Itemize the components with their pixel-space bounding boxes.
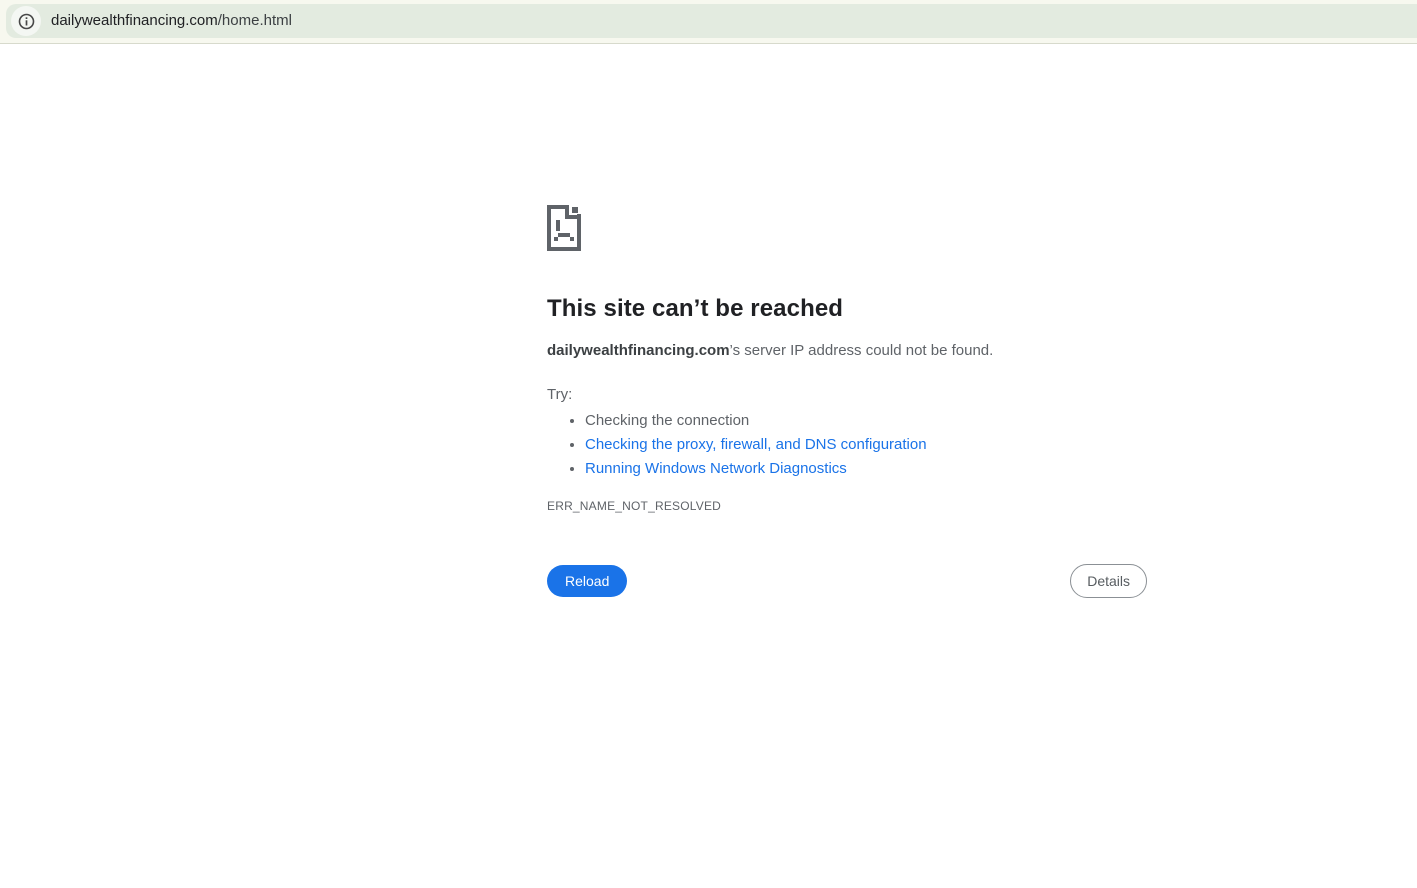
url-text: dailywealthfinancing.com/home.html — [51, 4, 292, 38]
suggestion-text: Checking the connection — [585, 412, 750, 429]
page-title: This site can’t be reached — [547, 295, 844, 322]
details-button[interactable]: Details — [1070, 564, 1147, 598]
sad-file-icon — [547, 205, 1147, 251]
site-info-button[interactable] — [11, 6, 41, 36]
suggestion-link-proxy-dns[interactable]: Checking the proxy, firewall, and DNS co… — [585, 436, 927, 453]
list-item: Checking the proxy, firewall, and DNS co… — [585, 433, 1147, 457]
url-domain: dailywealthfinancing.com — [51, 12, 218, 29]
list-item: Checking the connection — [585, 409, 1147, 433]
info-icon — [18, 13, 35, 30]
browser-toolbar: dailywealthfinancing.com/home.html — [0, 0, 1417, 44]
address-bar[interactable]: dailywealthfinancing.com/home.html — [6, 4, 1417, 38]
reload-button[interactable]: Reload — [547, 565, 628, 597]
error-subtitle-domain: dailywealthfinancing.com — [547, 342, 730, 359]
list-item: Running Windows Network Diagnostics — [585, 457, 1147, 481]
error-subtitle-rest: ’s server IP address could not be found. — [729, 342, 994, 359]
error-page-content: This site can’t be reached dailywealthfi… — [547, 205, 1147, 598]
try-label: Try: — [547, 386, 573, 403]
url-path: /home.html — [217, 12, 292, 29]
error-subtitle: dailywealthfinancing.com’s server IP add… — [547, 341, 1147, 361]
error-code: ERR_NAME_NOT_RESOLVED — [547, 499, 722, 513]
button-row: Reload Details — [547, 564, 1147, 598]
suggestion-link-network-diagnostics[interactable]: Running Windows Network Diagnostics — [585, 460, 847, 477]
suggestion-list: Checking the connection Checking the pro… — [547, 409, 1147, 481]
